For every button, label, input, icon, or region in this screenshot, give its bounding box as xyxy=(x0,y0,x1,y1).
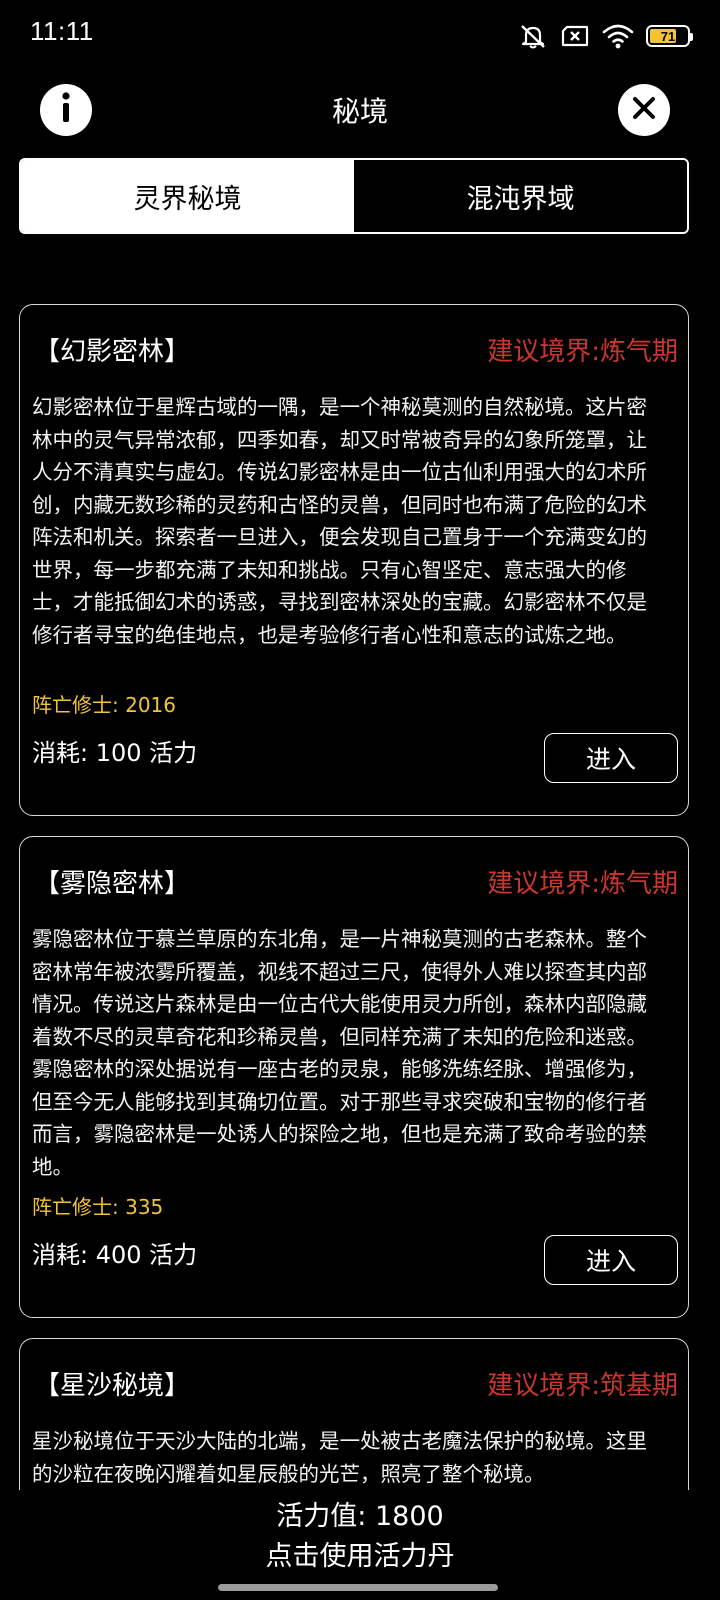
energy-cost: 消耗: 100 活力 xyxy=(32,739,198,767)
realm-name: 【星沙秘境】 xyxy=(34,1371,191,1401)
recommended-realm: 建议境界:炼气期 xyxy=(487,337,678,367)
tab-spirit-realm[interactable]: 灵界秘境 xyxy=(21,160,354,232)
status-bar: 11:11 71 xyxy=(0,0,720,72)
recommended-realm: 建议境界:炼气期 xyxy=(487,869,678,899)
recommended-realm: 建议境界:筑基期 xyxy=(487,1371,678,1401)
status-icons: 71 xyxy=(518,20,693,52)
status-time: 11:11 xyxy=(30,16,94,46)
tab-chaos-domain[interactable]: 混沌界域 xyxy=(354,160,687,232)
enter-button[interactable]: 进入 xyxy=(544,733,678,783)
page-title: 秘境 xyxy=(331,95,388,128)
realm-card: 【星沙秘境】 建议境界:筑基期 星沙秘境位于天沙大陆的北端，是一处被古老魔法保护… xyxy=(19,1338,689,1490)
realm-description: 雾隐密林位于慕兰草原的东北角，是一片神秘莫测的古老森林。整个密林常年被浓雾所覆盖… xyxy=(32,927,647,1179)
header: 秘境 xyxy=(0,80,720,140)
energy-cost: 消耗: 400 活力 xyxy=(32,1241,198,1269)
bell-muted-icon xyxy=(518,22,548,50)
realm-description: 星沙秘境位于天沙大陆的北端，是一处被古老魔法保护的秘境。这里的沙粒在夜晚闪耀着如… xyxy=(32,1429,647,1486)
enter-button[interactable]: 进入 xyxy=(544,1235,678,1285)
battery-tip xyxy=(690,33,693,41)
fallen-count: 阵亡修士: 335 xyxy=(32,1195,164,1219)
realm-tabs: 灵界秘境 混沌界域 xyxy=(19,158,689,234)
energy-footer: 活力值: 1800 点击使用活力丹 xyxy=(0,1490,720,1600)
close-button[interactable] xyxy=(618,84,670,136)
realm-card: 【幻影密林】 建议境界:炼气期 幻影密林位于星辉古域的一隅，是一个神秘莫测的自然… xyxy=(19,304,689,816)
home-indicator[interactable] xyxy=(218,1584,498,1591)
energy-value: 活力值: 1800 xyxy=(276,1501,444,1532)
fallen-count: 阵亡修士: 2016 xyxy=(32,693,176,717)
use-energy-pill-button[interactable]: 点击使用活力丹 xyxy=(0,1534,720,1573)
sim-x-icon xyxy=(560,24,590,48)
close-icon xyxy=(618,82,670,138)
realm-description: 幻影密林位于星辉古域的一隅，是一个神秘莫测的自然秘境。这片密林中的灵气异常浓郁，… xyxy=(32,395,647,647)
battery-level: 71 xyxy=(660,28,676,44)
realm-name: 【雾隐密林】 xyxy=(34,869,191,899)
realm-list[interactable]: 【幻影密林】 建议境界:炼气期 幻影密林位于星辉古域的一隅，是一个神秘莫测的自然… xyxy=(19,304,703,1490)
battery-icon: 71 xyxy=(646,25,693,47)
wifi-icon xyxy=(602,23,634,49)
realm-name: 【幻影密林】 xyxy=(34,337,191,367)
realm-card: 【雾隐密林】 建议境界:炼气期 雾隐密林位于慕兰草原的东北角，是一片神秘莫测的古… xyxy=(19,836,689,1318)
